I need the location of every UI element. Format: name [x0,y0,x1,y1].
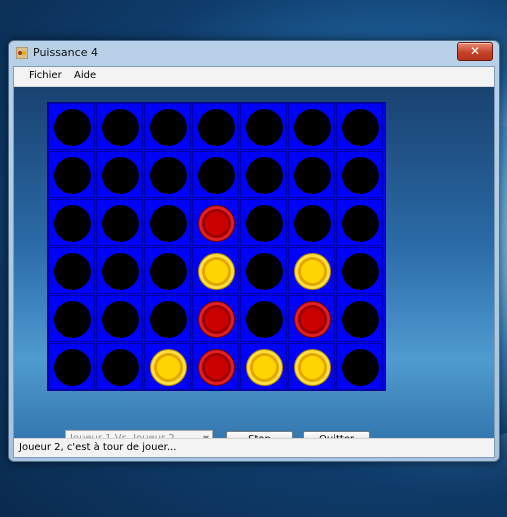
game-board[interactable] [47,102,386,391]
empty-slot [198,109,235,146]
empty-slot [246,205,283,242]
empty-slot [342,349,379,386]
board-cell[interactable] [240,103,287,150]
board-cell[interactable] [192,295,239,342]
board-cell[interactable] [48,103,95,150]
empty-slot [294,205,331,242]
board-cell[interactable] [240,343,287,390]
empty-slot [342,157,379,194]
empty-slot [54,253,91,290]
empty-slot [246,301,283,338]
board-cell[interactable] [240,151,287,198]
yellow-disc [294,253,331,290]
board-cell[interactable] [336,199,383,246]
yellow-disc [294,349,331,386]
empty-slot [246,253,283,290]
board-cell[interactable] [288,295,335,342]
app-window: Puissance 4 ✕ Fichier Aide Joueur 1 Vs. … [8,40,500,462]
empty-slot [150,253,187,290]
red-disc [198,205,235,242]
board-cell[interactable] [240,199,287,246]
app-icon [16,47,28,59]
yellow-disc [246,349,283,386]
board-cell[interactable] [96,199,143,246]
board-cell[interactable] [336,103,383,150]
board-cell[interactable] [288,343,335,390]
yellow-disc [198,253,235,290]
empty-slot [150,109,187,146]
empty-slot [342,301,379,338]
board-cell[interactable] [96,151,143,198]
empty-slot [54,157,91,194]
board-cell[interactable] [240,295,287,342]
close-button[interactable]: ✕ [457,42,493,61]
client-area: Fichier Aide Joueur 1 Vs. Joueur 2 ▼ Sto… [13,66,495,458]
board-cell[interactable] [288,103,335,150]
status-bar: Joueur 2, c'est à tour de jouer... [14,438,494,457]
red-disc [198,349,235,386]
empty-slot [54,301,91,338]
board-cell[interactable] [144,247,191,294]
board-cell[interactable] [288,151,335,198]
empty-slot [54,349,91,386]
empty-slot [102,253,139,290]
empty-slot [102,205,139,242]
board-cell[interactable] [48,199,95,246]
empty-slot [342,109,379,146]
board-cell[interactable] [144,343,191,390]
board-cell[interactable] [96,343,143,390]
red-disc [198,301,235,338]
board-cell[interactable] [48,295,95,342]
board-cell[interactable] [336,295,383,342]
empty-slot [342,205,379,242]
board-cell[interactable] [48,151,95,198]
status-message: Joueur 2, c'est à tour de jouer... [19,442,177,453]
yellow-disc [150,349,187,386]
empty-slot [294,109,331,146]
menu-fichier[interactable]: Fichier [29,70,62,81]
empty-slot [54,109,91,146]
board-cell[interactable] [144,103,191,150]
empty-slot [102,349,139,386]
empty-slot [198,157,235,194]
board-cell[interactable] [144,151,191,198]
board-cell[interactable] [336,247,383,294]
board-cell[interactable] [192,151,239,198]
red-disc [294,301,331,338]
board-cell[interactable] [144,295,191,342]
board-cell[interactable] [96,295,143,342]
empty-slot [102,301,139,338]
menu-bar: Fichier Aide [14,67,494,87]
board-cell[interactable] [192,343,239,390]
board-cell[interactable] [48,343,95,390]
board-cell[interactable] [192,247,239,294]
empty-slot [246,157,283,194]
empty-slot [150,205,187,242]
empty-slot [102,109,139,146]
menu-aide[interactable]: Aide [74,70,96,81]
empty-slot [54,205,91,242]
empty-slot [150,157,187,194]
title-bar[interactable]: Puissance 4 ✕ [9,41,499,65]
empty-slot [342,253,379,290]
board-cell[interactable] [192,199,239,246]
board-cell[interactable] [240,247,287,294]
board-cell[interactable] [144,199,191,246]
empty-slot [150,301,187,338]
window-title: Puissance 4 [33,46,98,59]
board-cell[interactable] [336,343,383,390]
empty-slot [246,109,283,146]
board-cell[interactable] [192,103,239,150]
board-cell[interactable] [336,151,383,198]
board-cell[interactable] [288,247,335,294]
empty-slot [294,157,331,194]
board-cell[interactable] [96,103,143,150]
board-cell[interactable] [288,199,335,246]
board-cell[interactable] [48,247,95,294]
empty-slot [102,157,139,194]
board-cell[interactable] [96,247,143,294]
